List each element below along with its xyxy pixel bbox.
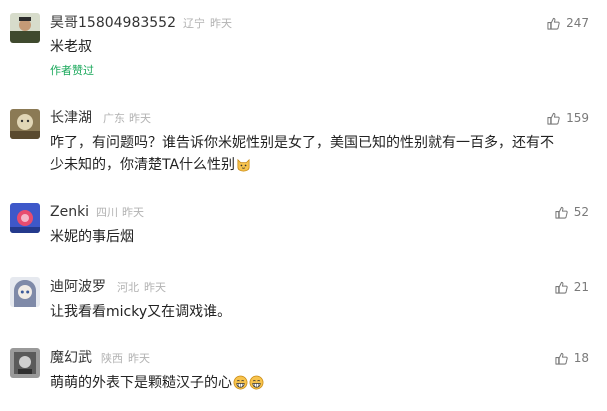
- thumbs-up-icon: [555, 206, 568, 219]
- comment-text-line: 少未知的，你清楚TA什么性别: [50, 157, 236, 173]
- commenter-name[interactable]: Zenki: [50, 204, 89, 220]
- like-count: 159: [566, 111, 589, 125]
- like-count: 247: [566, 16, 589, 30]
- comment-text-line-2: 少未知的，你清楚TA什么性别: [50, 154, 590, 176]
- commenter-name[interactable]: 昊哥15804983552: [50, 15, 176, 31]
- thumbs-up-icon: [555, 281, 568, 294]
- like-button[interactable]: 52: [555, 204, 589, 220]
- avatar[interactable]: [10, 348, 40, 378]
- like-button[interactable]: 159: [547, 110, 589, 126]
- thumbs-up-icon: [547, 112, 560, 125]
- commenter-name[interactable]: 魔幻武: [50, 350, 92, 366]
- grinning-emoji-icon: [233, 375, 248, 390]
- like-count: 52: [573, 205, 589, 219]
- comment-location: 四川: [96, 206, 118, 219]
- grinning-emoji-icon: [249, 375, 264, 390]
- author-liked-badge: 作者赞过: [50, 64, 94, 77]
- comment-location: 广东: [103, 112, 125, 125]
- avatar-image: [10, 348, 40, 378]
- avatar-image: [10, 203, 40, 233]
- comment-location: 陕西: [101, 352, 123, 365]
- comment-time: 昨天: [144, 281, 166, 294]
- like-count: 18: [573, 351, 589, 365]
- commenter-name[interactable]: 长津湖: [50, 110, 92, 126]
- like-button[interactable]: 21: [555, 279, 589, 295]
- comment-text: 萌萌的外表下是颗糙汉子的心: [50, 372, 590, 394]
- comment-text: 米老叔: [50, 39, 92, 55]
- like-button[interactable]: 247: [547, 15, 589, 31]
- comment-text-line: 咋了，有问题吗？谁告诉你米妮性别是女了，美国已知的性别就有一百多，还有不: [50, 135, 554, 151]
- avatar-image: [10, 109, 40, 139]
- thumbs-up-icon: [547, 17, 560, 30]
- avatar-image: [10, 277, 40, 307]
- comment-text: 让我看看micky又在调戏谁。: [50, 304, 232, 320]
- comment-time: 昨天: [128, 352, 150, 365]
- comment-time: 昨天: [210, 17, 232, 30]
- avatar[interactable]: [10, 203, 40, 233]
- cat-emoji-icon: [237, 158, 250, 172]
- avatar-image: [10, 13, 40, 43]
- avatar[interactable]: [10, 277, 40, 307]
- comment-time: 昨天: [122, 206, 144, 219]
- comment-location: 辽宁: [183, 17, 205, 30]
- commenter-name[interactable]: 迪阿波罗: [50, 279, 106, 295]
- comment-location: 河北: [117, 281, 139, 294]
- comment-text-content: 萌萌的外表下是颗糙汉子的心: [50, 375, 232, 391]
- comment-text: 咋了，有问题吗？谁告诉你米妮性别是女了，美国已知的性别就有一百多，还有不 少未知…: [50, 132, 590, 176]
- comment-text: 米妮的事后烟: [50, 229, 134, 245]
- like-button[interactable]: 18: [555, 350, 589, 366]
- thumbs-up-icon: [555, 352, 568, 365]
- comment-time: 昨天: [129, 112, 151, 125]
- avatar[interactable]: [10, 13, 40, 43]
- avatar[interactable]: [10, 109, 40, 139]
- like-count: 21: [573, 280, 589, 294]
